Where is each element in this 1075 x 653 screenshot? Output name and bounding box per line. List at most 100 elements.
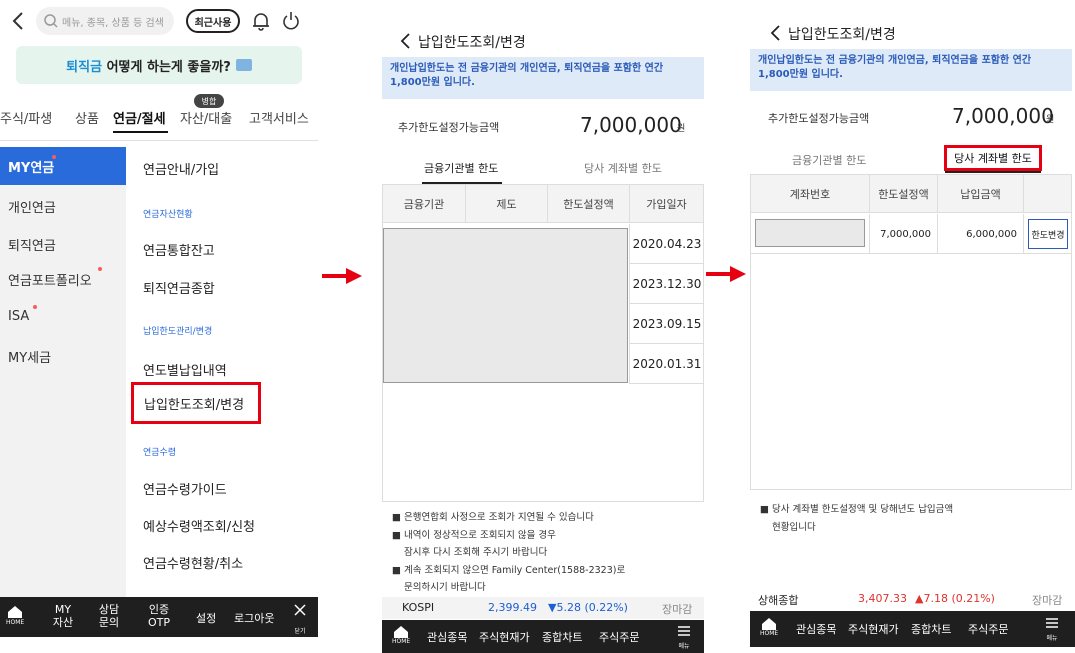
search-input[interactable]: 메뉴, 종목, 상품 등 검색 — [36, 7, 174, 35]
hamburger-icon — [678, 626, 690, 636]
hamburger-icon — [1046, 618, 1058, 628]
tab-account-limit[interactable]: 당사 계좌별 한도 — [944, 145, 1042, 171]
table-cell-date: 2023.12.30 — [630, 264, 704, 304]
back-icon[interactable] — [768, 24, 784, 42]
tab-customer[interactable]: 고객서비스 — [249, 108, 309, 127]
new-dot — [33, 305, 37, 309]
table-header: 금융기관 제도 한도설정액 가입일자 — [383, 185, 703, 223]
menu-button[interactable]: 메뉴 — [1042, 617, 1062, 643]
menu-item-receipt-guide[interactable]: 연금수령가이드 — [143, 479, 227, 498]
recent-button[interactable]: 최근사용 — [186, 9, 240, 33]
limit-label: 추가한도설정가능금액 — [768, 112, 870, 125]
settings-button[interactable]: 설정 — [196, 610, 216, 626]
limit-value: 7,000,000 — [580, 113, 682, 137]
home-button[interactable]: HOME — [760, 617, 778, 641]
ticker-bar[interactable]: KOSPI 2,399.49 ▼5.28 (0.22%) 장마감 — [382, 597, 704, 619]
side-item-portfolio[interactable]: 연금포트폴리오 — [8, 270, 92, 289]
home-button[interactable]: HOME — [6, 605, 24, 629]
nav-chart[interactable]: 종합차트 — [542, 629, 582, 645]
tab-assets[interactable]: 자산/대출 — [180, 108, 232, 127]
ticker-status: 장마감 — [1032, 594, 1063, 607]
ticker-bar[interactable]: 상해종합 3,407.33 ▲7.18 (0.21%) 장마감 — [750, 588, 1075, 610]
menu-item-pension-guide[interactable]: 연금안내/가입 — [143, 159, 219, 178]
institution-table: 금융기관 제도 한도설정액 가입일자 2020.04.23 2023.12.30… — [382, 184, 704, 502]
note-line: ■ 은행연합회 사정으로 조회가 지연될 수 있습니다 — [392, 512, 594, 523]
my-asset-label-2: 자산 — [52, 616, 74, 629]
note-line: 잠시후 다시 조회해 주시기 바랍니다 — [404, 547, 548, 558]
side-item-isa[interactable]: ISA — [8, 309, 29, 324]
note-line: 현황입니다 — [772, 521, 816, 533]
limit-inquiry-panel: 납입한도조회/변경 개인납입한도는 전 금융기관의 개인연금, 퇴직연금을 포함… — [382, 22, 704, 653]
table-cell-paid: 6,000,000 — [937, 214, 1023, 254]
col-paid: 납입금액 — [937, 175, 1023, 213]
col-account-number: 계좌번호 — [789, 188, 831, 201]
back-icon[interactable] — [8, 10, 30, 32]
side-item-label: MY연금 — [8, 161, 55, 176]
page-title: 납입한도조회/변경 — [418, 35, 526, 51]
nav-order[interactable]: 주식주문 — [599, 629, 639, 645]
col-institution: 금융기관 — [403, 198, 445, 211]
menu-button[interactable]: 메뉴 — [674, 625, 694, 651]
tab-stocks[interactable]: 주식/파생 — [0, 108, 52, 127]
nav-order[interactable]: 주식주문 — [968, 621, 1008, 637]
otp-label-1: 인증 — [148, 603, 170, 616]
side-item-my-pension[interactable]: MY연금 — [0, 147, 126, 185]
limit-unit: 원 — [677, 124, 686, 134]
limit-unit: 원 — [1046, 115, 1055, 125]
close-icon — [294, 604, 306, 616]
envelope-icon — [235, 59, 252, 71]
my-asset-label-1: MY — [54, 603, 72, 616]
menu-item-yearly-payments[interactable]: 연도별납입내역 — [143, 360, 227, 379]
otp-label-2: OTP — [147, 616, 170, 629]
home-icon — [394, 626, 408, 638]
account-limit-panel: 납입한도조회/변경 개인납입한도는 전 금융기관의 개인연금, 퇴직연금을 포함… — [750, 14, 1075, 653]
side-item-retirement[interactable]: 퇴직연금 — [8, 235, 56, 254]
menu-item-receipt-status[interactable]: 연금수령현황/취소 — [143, 553, 243, 572]
menu-item-limit-change[interactable]: 납입한도조회/변경 — [131, 382, 261, 424]
ticker-value: 3,407.33 — [858, 592, 907, 605]
power-icon[interactable] — [280, 10, 302, 32]
back-icon[interactable] — [398, 32, 414, 50]
bell-icon[interactable] — [250, 10, 272, 32]
nav-current-price[interactable]: 주식현재가 — [848, 621, 899, 637]
table-header: 계좌번호 한도설정액 납입금액 — [751, 175, 1071, 213]
home-icon — [762, 618, 776, 630]
menu-item-expected-receipt[interactable]: 예상수령액조회/신청 — [143, 516, 255, 535]
change-limit-button[interactable]: 한도변경 — [1028, 219, 1068, 249]
tab-account-limit[interactable]: 당사 계좌별 한도 — [584, 160, 662, 176]
side-item-personal[interactable]: 개인연금 — [8, 197, 56, 216]
ticker-change: ▼5.28 (0.22%) — [548, 601, 628, 614]
notice-banner: 개인납입한도는 전 금융기관의 개인연금, 퇴직연금을 포함한 연간 1,800… — [382, 57, 704, 99]
menu-item-retirement-summary[interactable]: 퇴직연금종합 — [143, 278, 215, 297]
table-row: 7,000,000 6,000,000 한도변경 — [751, 214, 1071, 254]
otp-button[interactable]: 인증 OTP — [142, 603, 176, 629]
nav-watchlist[interactable]: 관심종목 — [427, 629, 467, 645]
date-column: 2020.04.23 2023.12.30 2023.09.15 2020.01… — [629, 224, 704, 384]
note-line: ■ 당사 계좌별 한도설정액 및 당해년도 납입금액 — [760, 504, 954, 515]
divider — [0, 140, 318, 141]
banner-text: 어떻게 하는게 좋을까? — [102, 59, 231, 75]
nav-watchlist[interactable]: 관심종목 — [796, 621, 836, 637]
tab-institution-limit[interactable]: 금융기관별 한도 — [792, 152, 866, 168]
menu-item-total-balance[interactable]: 연금통합잔고 — [143, 240, 215, 259]
tab-products[interactable]: 상품 — [75, 108, 99, 127]
tab-pension[interactable]: 연금/절세 — [113, 108, 166, 127]
nav-current-price[interactable]: 주식현재가 — [479, 629, 530, 645]
close-button[interactable]: 닫기 — [290, 604, 310, 635]
bottom-bar: HOME 관심종목 주식현재가 종합차트 주식주문 메뉴 — [750, 611, 1075, 647]
side-item-my-tax[interactable]: MY세금 — [8, 347, 51, 366]
promo-banner[interactable]: 퇴직금 어떻게 하는게 좋을까? — [16, 46, 302, 84]
menu-label: 메뉴 — [678, 643, 690, 650]
tab-institution-limit[interactable]: 금융기관별 한도 — [424, 160, 498, 176]
tab-underline — [945, 171, 1041, 173]
consult-button[interactable]: 상담 문의 — [94, 603, 124, 629]
my-asset-button[interactable]: MY 자산 — [48, 603, 78, 629]
section-header-limit: 납입한도관리/변경 — [143, 327, 213, 337]
action-cell: 한도변경 — [1023, 214, 1071, 254]
new-dot — [98, 267, 102, 271]
col-join-date: 가입일자 — [629, 185, 703, 223]
nav-chart[interactable]: 종합차트 — [911, 621, 951, 637]
logout-button[interactable]: 로그아웃 — [234, 610, 274, 626]
home-button[interactable]: HOME — [392, 625, 410, 649]
notes: ■ 당사 계좌별 한도설정액 및 당해년도 납입금액 현황입니다 — [760, 501, 1060, 536]
